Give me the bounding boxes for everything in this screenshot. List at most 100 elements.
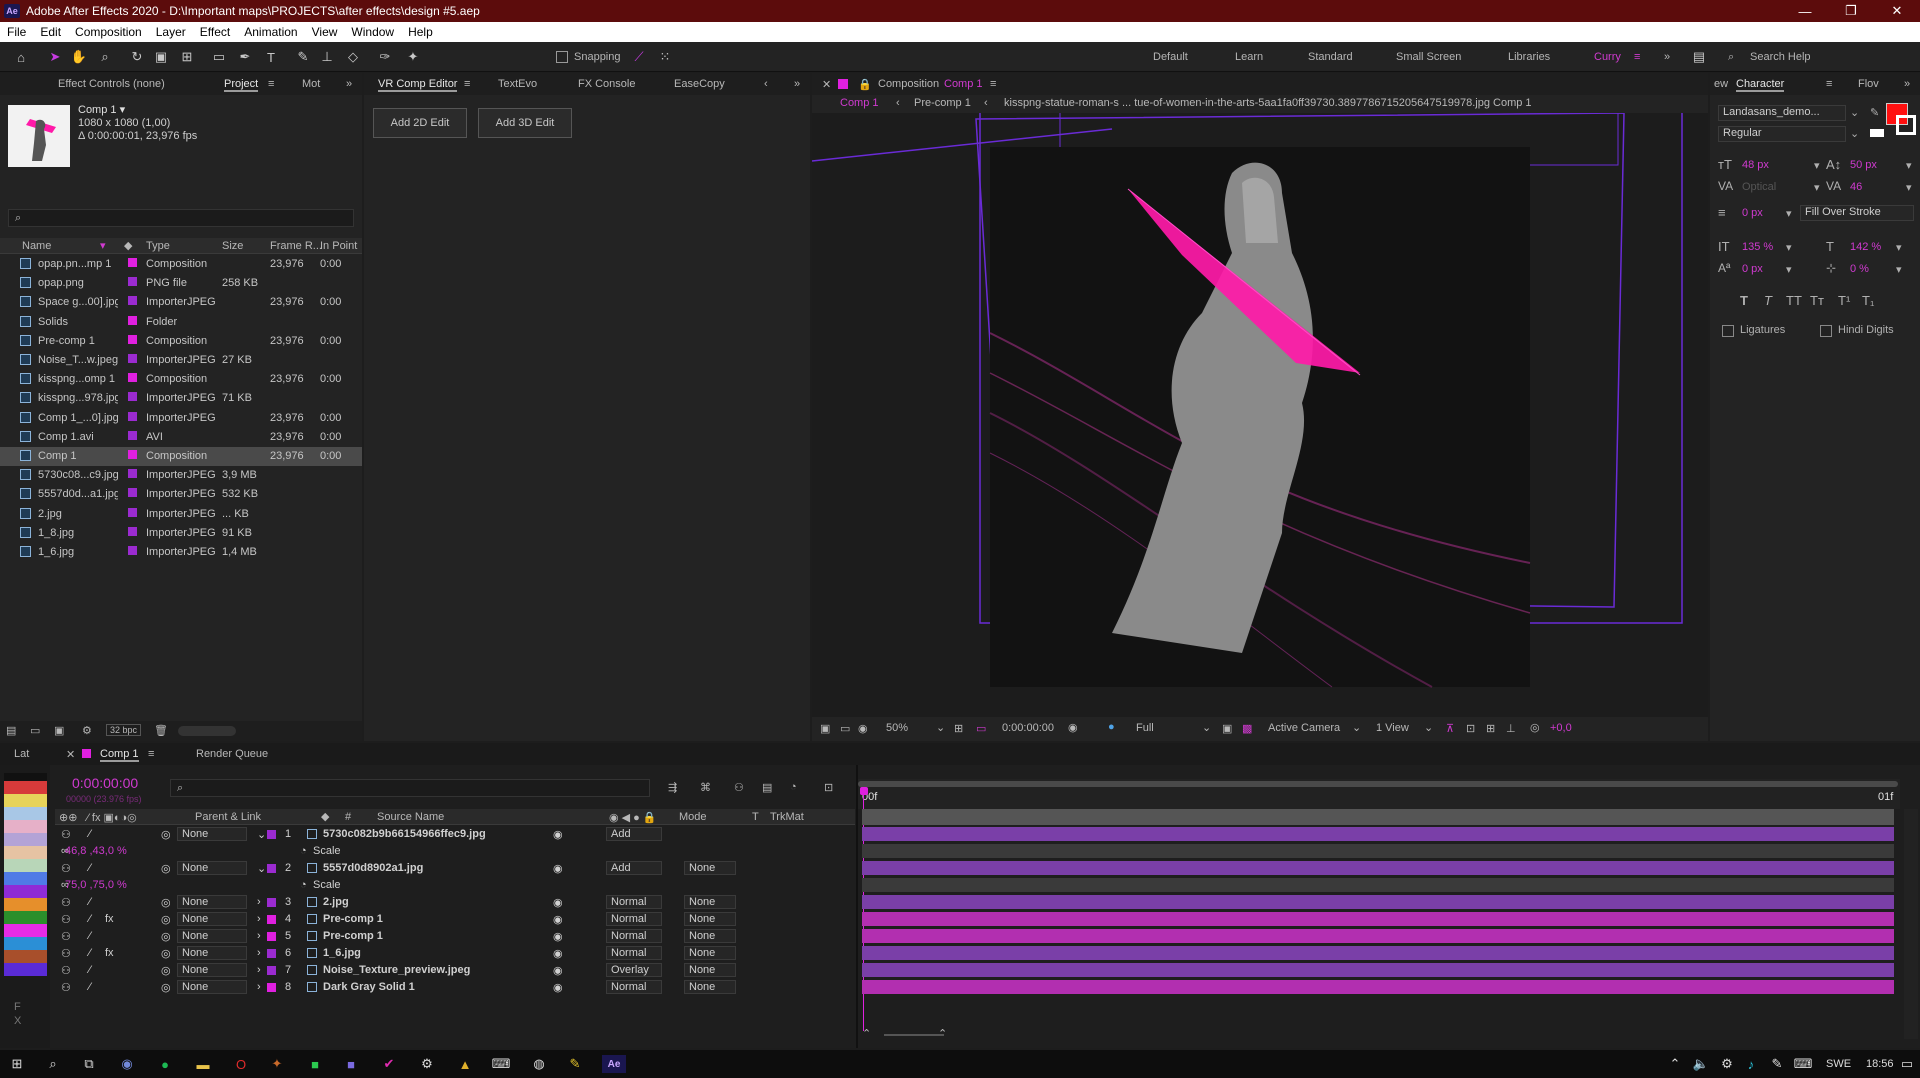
expand-chevron-icon[interactable]: ⌄: [257, 828, 266, 841]
layer-label-swatch[interactable]: [267, 898, 276, 907]
project-item[interactable]: 1_6.jpg ImporterJPEG 1,4 MB: [0, 543, 362, 562]
parent-select[interactable]: None: [177, 912, 247, 926]
menu-edit[interactable]: Edit: [33, 25, 68, 39]
visibility-toggle-icon[interactable]: ⚇: [61, 947, 71, 960]
track-matte-select[interactable]: None: [684, 861, 736, 875]
blend-mode-select[interactable]: Normal: [606, 946, 662, 960]
search-help-input[interactable]: Search Help: [1750, 51, 1811, 63]
search-help-icon[interactable]: ⌕: [1728, 51, 1734, 64]
more-tabs-icon[interactable]: »: [1904, 78, 1910, 90]
project-item[interactable]: kisspng...omp 1 Composition 23,976 0:00: [0, 370, 362, 389]
magnification-select[interactable]: 50%: [886, 722, 908, 734]
timeline-layer-row[interactable]: ⚇ ⁄ ◎ None › 8 Dark Gray Solid 1 ◉ Normal None: [55, 979, 855, 996]
maximize-button[interactable]: ❐: [1828, 0, 1874, 22]
tray-chevron-icon[interactable]: ⌃: [1666, 1055, 1684, 1073]
tab-motion[interactable]: Mot: [302, 78, 320, 90]
tracking-value[interactable]: 46: [1850, 181, 1862, 193]
menu-view[interactable]: View: [305, 25, 345, 39]
hindi-digits-checkbox[interactable]: [1820, 325, 1832, 337]
video-eye-icon[interactable]: ◉: [553, 896, 563, 909]
menu-layer[interactable]: Layer: [149, 25, 193, 39]
add-2d-edit-button[interactable]: Add 2D Edit: [373, 108, 467, 138]
layer-duration-bar[interactable]: [862, 827, 1894, 841]
label-color-swatch[interactable]: [4, 950, 47, 963]
stroke-color-swatch[interactable]: [1896, 115, 1916, 135]
zoom-slider[interactable]: [884, 1034, 944, 1036]
track-matte-select[interactable]: None: [684, 980, 736, 994]
timeline-layer-row[interactable]: ⚇ ⁄ fx ◎ None › 4 Pre-comp 1 ◉ Normal None: [55, 911, 855, 928]
type-tool-icon[interactable]: T: [262, 48, 280, 66]
flowchart-icon[interactable]: ⊥: [1506, 722, 1516, 735]
quality-switch-icon[interactable]: ⁄: [89, 862, 91, 874]
add-3d-edit-button[interactable]: Add 3D Edit: [478, 108, 572, 138]
layer-label-swatch[interactable]: [267, 949, 276, 958]
tab-vr-comp-editor[interactable]: VR Comp Editor: [378, 78, 458, 92]
rotate-tool-icon[interactable]: ↻: [128, 48, 146, 66]
label-color-swatch[interactable]: [4, 885, 47, 898]
tab-menu-icon[interactable]: ≡: [268, 78, 274, 90]
tab-project[interactable]: Project: [224, 78, 259, 92]
stroke-width-value[interactable]: 0 px: [1742, 207, 1763, 219]
col-frame-rate[interactable]: Frame R...: [270, 240, 322, 252]
label-color-swatch[interactable]: [4, 794, 47, 807]
tab-preview-partial[interactable]: ew: [1714, 78, 1728, 90]
item-label-swatch[interactable]: [128, 507, 137, 517]
video-eye-icon[interactable]: ◉: [553, 964, 563, 977]
tab-easecopy[interactable]: EaseCopy: [674, 78, 725, 90]
tab-flow-partial[interactable]: Flov: [1858, 78, 1879, 90]
windows-start-icon[interactable]: ⊞: [8, 1055, 26, 1073]
layer-source-name[interactable]: Dark Gray Solid 1: [323, 981, 415, 993]
steam-icon[interactable]: ⚙: [418, 1055, 436, 1073]
breadcrumb-kisspng-comp[interactable]: kisspng-statue-roman-s ... tue-of-women-…: [1004, 97, 1532, 109]
item-label-swatch[interactable]: [128, 354, 137, 363]
item-label-swatch[interactable]: [128, 411, 137, 421]
current-time-display[interactable]: 0:00:00:00: [1002, 722, 1054, 734]
lock-icon[interactable]: 🔒: [858, 78, 872, 91]
parent-pickwhip-icon[interactable]: ◎: [161, 862, 171, 875]
parent-pickwhip-icon[interactable]: ◎: [161, 964, 171, 977]
visibility-toggle-icon[interactable]: ⚇: [61, 828, 71, 841]
parent-select[interactable]: None: [177, 895, 247, 909]
parent-select[interactable]: None: [177, 963, 247, 977]
visibility-toggle-icon[interactable]: ⚇: [61, 930, 71, 943]
fx-switch[interactable]: fx: [105, 947, 114, 959]
selection-tool-icon[interactable]: ➤: [46, 48, 64, 66]
blend-mode-select[interactable]: Add: [606, 827, 662, 841]
layer-label-swatch[interactable]: [267, 983, 276, 992]
faux-italic-icon[interactable]: T: [1764, 293, 1772, 308]
scale-value[interactable]: 75,0 ,75,0 %: [65, 879, 127, 891]
timeline-layer-row[interactable]: ⚇ ⁄ ◎ None › 7 Noise_Texture_preview.jpeg ◉ Over…: [55, 962, 855, 979]
visibility-toggle-icon[interactable]: ⚇: [61, 862, 71, 875]
track-matte-select[interactable]: None: [684, 912, 736, 926]
kerning-value[interactable]: Optical: [1742, 181, 1776, 193]
hand-tool-icon[interactable]: ✋: [70, 48, 88, 66]
close-tab-icon[interactable]: ✕: [822, 78, 831, 91]
blend-mode-select[interactable]: Overlay: [606, 963, 662, 977]
app-icon[interactable]: ◍: [530, 1055, 548, 1073]
close-button[interactable]: ✕: [1874, 0, 1920, 22]
exposure-value[interactable]: +0,0: [1550, 722, 1572, 734]
item-label-swatch[interactable]: [128, 277, 137, 287]
timeline-toggle-icon[interactable]: ⊡: [1466, 722, 1475, 735]
layer-label-swatch[interactable]: [267, 932, 276, 941]
project-item[interactable]: Comp 1.avi AVI 23,976 0:00: [0, 428, 362, 447]
layer-source-name[interactable]: 1_6.jpg: [323, 947, 361, 959]
snap-magnet-icon[interactable]: ⟋: [630, 48, 648, 66]
tray-icon[interactable]: ✎: [1768, 1055, 1786, 1073]
layer-label-swatch[interactable]: [267, 966, 276, 975]
more-tabs-icon[interactable]: »: [346, 78, 352, 90]
col-in-point[interactable]: In Point: [320, 240, 357, 252]
stroke-type-select[interactable]: Fill Over Stroke: [1800, 205, 1914, 221]
motion-blur-icon[interactable]: ◔: [790, 781, 797, 793]
tray-icon[interactable]: ♪: [1742, 1055, 1760, 1073]
tab-lat[interactable]: Lat: [14, 748, 29, 760]
menu-help[interactable]: Help: [401, 25, 440, 39]
col-source-name[interactable]: Source Name: [377, 811, 444, 823]
project-item[interactable]: Comp 1_...0].jpg ImporterJPEG 23,976 0:00: [0, 409, 362, 428]
clone-stamp-tool-icon[interactable]: ⊥: [318, 48, 336, 66]
expand-chevron-icon[interactable]: ›: [257, 981, 261, 993]
workspace-default[interactable]: Default: [1153, 51, 1188, 63]
eyedropper-icon[interactable]: ✎: [1870, 106, 1879, 119]
blend-mode-select[interactable]: Normal: [606, 980, 662, 994]
stopwatch-icon[interactable]: ◔: [300, 879, 307, 891]
